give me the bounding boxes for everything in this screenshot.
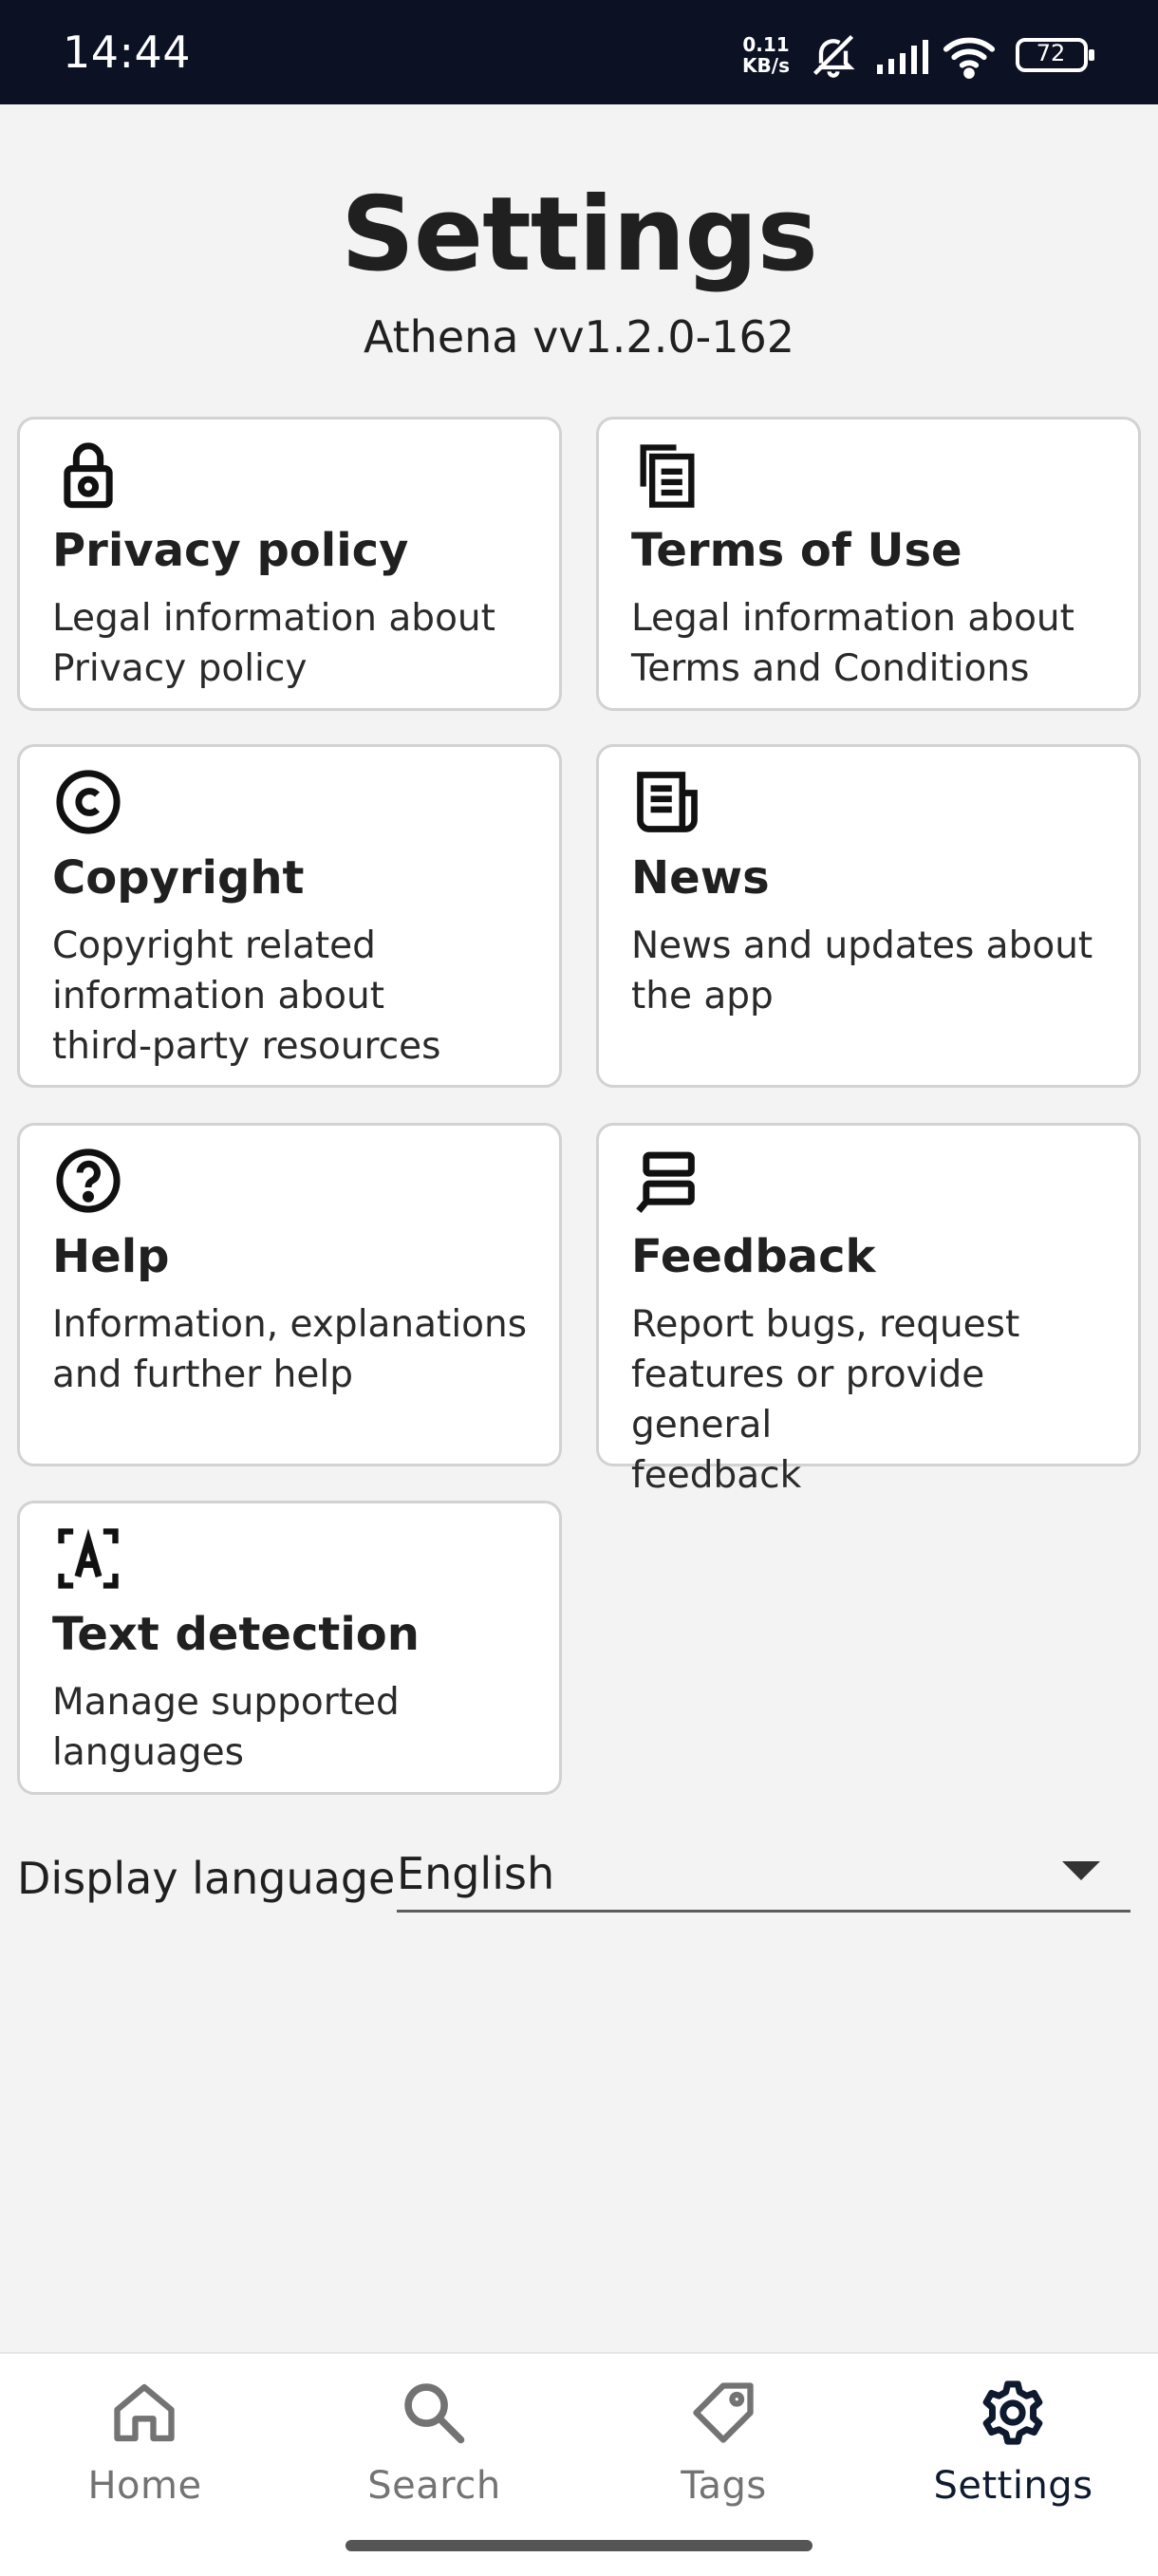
net-speed-unit: KB/s	[742, 54, 790, 77]
card-text-detection[interactable]: Text detection Manage supported language…	[17, 1501, 562, 1795]
card-description: Legal information about Privacy policy	[52, 597, 495, 690]
nav-settings-label: Settings	[933, 2464, 1093, 2508]
card-description: Copyright related information about thir…	[52, 924, 441, 1068]
card-privacy-policy[interactable]: Privacy policy Legal information about P…	[17, 417, 562, 711]
nav-home-label: Home	[87, 2464, 202, 2508]
signal-icon	[875, 38, 928, 80]
card-help[interactable]: Help Information, explanations and furth…	[17, 1123, 562, 1466]
text-scan-icon	[52, 1522, 124, 1595]
battery-icon: 72	[1016, 36, 1097, 72]
status-bar: 14:44 0.11 KB/s 72	[0, 0, 1158, 104]
card-description: Manage supported languages	[52, 1681, 400, 1774]
app-version: Athena vv1.2.0-162	[363, 311, 794, 363]
lock-icon	[52, 439, 124, 511]
feedback-icon	[631, 1145, 703, 1217]
card-terms-of-use[interactable]: Terms of Use Legal information about Ter…	[596, 417, 1141, 711]
copyright-icon	[52, 766, 124, 838]
card-title: Text detection	[52, 1608, 420, 1661]
nav-tags[interactable]: Tags	[579, 2377, 868, 2519]
card-description: Information, explanations and further he…	[52, 1303, 528, 1396]
battery-level: 72	[1036, 40, 1066, 66]
card-description: Report bugs, request features or provide…	[631, 1303, 1020, 1497]
search-icon	[398, 2377, 470, 2449]
help-icon	[52, 1145, 124, 1217]
display-language-label: Display language	[17, 1853, 396, 1904]
gear-icon	[977, 2377, 1049, 2449]
card-title: Feedback	[631, 1230, 876, 1283]
gesture-handle[interactable]	[346, 2540, 812, 2551]
nav-search-label: Search	[367, 2464, 501, 2508]
card-title: Copyright	[52, 851, 305, 905]
display-language-value: English	[397, 1848, 555, 1899]
nav-search[interactable]: Search	[290, 2377, 579, 2519]
nav-tags-label: Tags	[681, 2464, 767, 2508]
mute-icon	[809, 30, 858, 84]
tag-icon	[687, 2377, 759, 2449]
dropdown-arrow-icon	[1062, 1861, 1100, 1880]
card-feedback[interactable]: Feedback Report bugs, request features o…	[596, 1123, 1141, 1497]
card-description: News and updates about the app	[631, 924, 1093, 1017]
card-description: Legal information about Terms and Condit…	[631, 597, 1074, 690]
card-news[interactable]: News News and updates about the app	[596, 744, 1141, 1088]
card-title: Terms of Use	[631, 524, 962, 577]
card-copyright[interactable]: Copyright Copyright related information …	[17, 744, 562, 1088]
card-title: News	[631, 851, 770, 905]
wifi-icon	[942, 32, 997, 84]
nav-settings[interactable]: Settings	[868, 2377, 1158, 2519]
card-title: Help	[52, 1230, 170, 1283]
card-title: Privacy policy	[52, 524, 409, 577]
home-icon	[108, 2377, 180, 2449]
documents-icon	[631, 439, 703, 511]
net-speed: 0.11 KB/s	[737, 34, 795, 76]
display-language-select[interactable]: English	[397, 1827, 1130, 1913]
status-time: 14:44	[63, 27, 192, 78]
page-title: Settings	[341, 176, 818, 294]
nav-home[interactable]: Home	[0, 2377, 290, 2519]
status-icons: 0.11 KB/s 72	[737, 30, 1097, 84]
newspaper-icon	[631, 766, 703, 838]
net-speed-value: 0.11	[742, 33, 790, 56]
